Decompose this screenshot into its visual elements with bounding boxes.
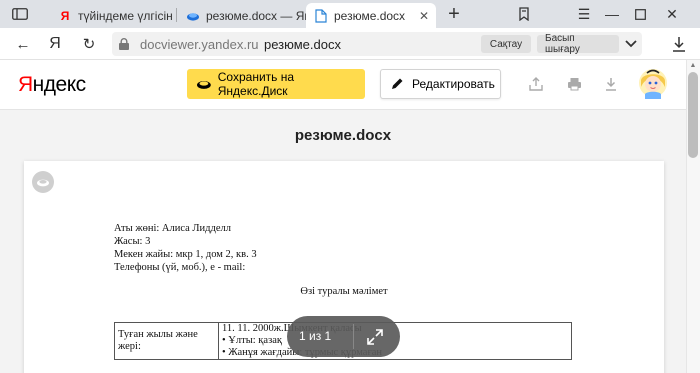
yandex-logo[interactable]: Яндекс xyxy=(18,73,86,97)
scroll-up-icon[interactable]: ▲ xyxy=(688,62,698,70)
pencil-icon xyxy=(392,78,403,89)
reload-icon[interactable]: ↻ xyxy=(78,34,100,54)
back-arrow-icon[interactable]: ← xyxy=(12,34,34,54)
url-path: резюме.docx xyxy=(264,37,341,52)
fullscreen-icon[interactable] xyxy=(366,328,384,346)
document-title: резюме.docx xyxy=(294,127,392,144)
close-window-icon[interactable]: ✕ xyxy=(660,4,684,24)
yandex-button[interactable]: Я xyxy=(44,34,66,54)
url-domain: docviewer.yandex.ru xyxy=(140,37,259,52)
navigation-bar: ← Я ↻ docviewer.yandex.ru резюме.docx Са… xyxy=(0,28,700,60)
tab-1[interactable]: Я түйіндеме үлгісін ж xyxy=(50,3,173,28)
chevron-down-icon[interactable] xyxy=(620,34,642,54)
age-line: Жасы: 3 xyxy=(114,236,151,247)
tab-separator xyxy=(176,8,177,22)
print-icon[interactable] xyxy=(566,76,582,92)
maximize-icon[interactable] xyxy=(628,4,652,24)
close-tab-icon[interactable]: ✕ xyxy=(416,9,432,23)
save-page-button[interactable]: Сақтау xyxy=(481,35,531,53)
scrollbar-thumb[interactable] xyxy=(688,72,698,158)
viewer-header: Яндекс Сохранить на Яндекс.Диск Редактир… xyxy=(0,60,700,110)
document-icon xyxy=(314,8,328,23)
yandex-disk-icon xyxy=(186,9,200,23)
new-tab-icon[interactable]: + xyxy=(444,3,464,25)
bookmarks-icon[interactable] xyxy=(512,4,536,24)
pager-divider xyxy=(353,324,354,349)
lock-icon[interactable] xyxy=(117,37,131,51)
edit-label: Редактировать xyxy=(412,77,495,91)
section-heading: Өзі туралы мәлімет xyxy=(300,286,388,297)
save-to-disk-button[interactable]: Сохранить на Яндекс.Диск xyxy=(187,69,365,99)
page-counter: 1 из 1 xyxy=(299,329,332,343)
tab-2[interactable]: резюме.docx — Янд xyxy=(178,3,306,28)
tab-3-active[interactable]: резюме.docx ✕ xyxy=(306,3,436,28)
edit-button[interactable]: Редактировать xyxy=(380,69,501,99)
print-page-button[interactable]: Басып шығару xyxy=(537,33,619,55)
yandex-y-icon: Я xyxy=(60,8,70,23)
name-line: Аты жөні: Алиса Лидделл xyxy=(114,223,231,234)
tab-strip: Я түйіндеме үлгісін ж резюме.docx — Янд … xyxy=(0,0,700,28)
save-to-disk-label: Сохранить на Яндекс.Диск xyxy=(217,70,295,98)
share-icon[interactable] xyxy=(528,76,544,92)
address-line: Мекен жайы: мкр 1, дом 2, кв. 3 xyxy=(114,249,257,260)
address-bar[interactable]: docviewer.yandex.ru резюме.docx Сақтау Б… xyxy=(112,32,642,56)
disk-icon xyxy=(196,81,211,89)
cloud-icon xyxy=(32,171,54,193)
download-icon[interactable] xyxy=(603,76,619,92)
page-navigator: 1 из 1 xyxy=(287,316,400,357)
tab-manager-icon[interactable] xyxy=(10,4,30,24)
minimize-icon[interactable]: — xyxy=(600,4,624,24)
menu-icon[interactable]: ☰ xyxy=(572,4,596,24)
phone-line: Телефоны (үй, моб.), е - mail: xyxy=(114,262,246,273)
table-label-cell: Туған жылы және жері: xyxy=(114,322,219,360)
user-avatar[interactable] xyxy=(637,67,669,101)
downloads-icon[interactable] xyxy=(668,34,690,54)
